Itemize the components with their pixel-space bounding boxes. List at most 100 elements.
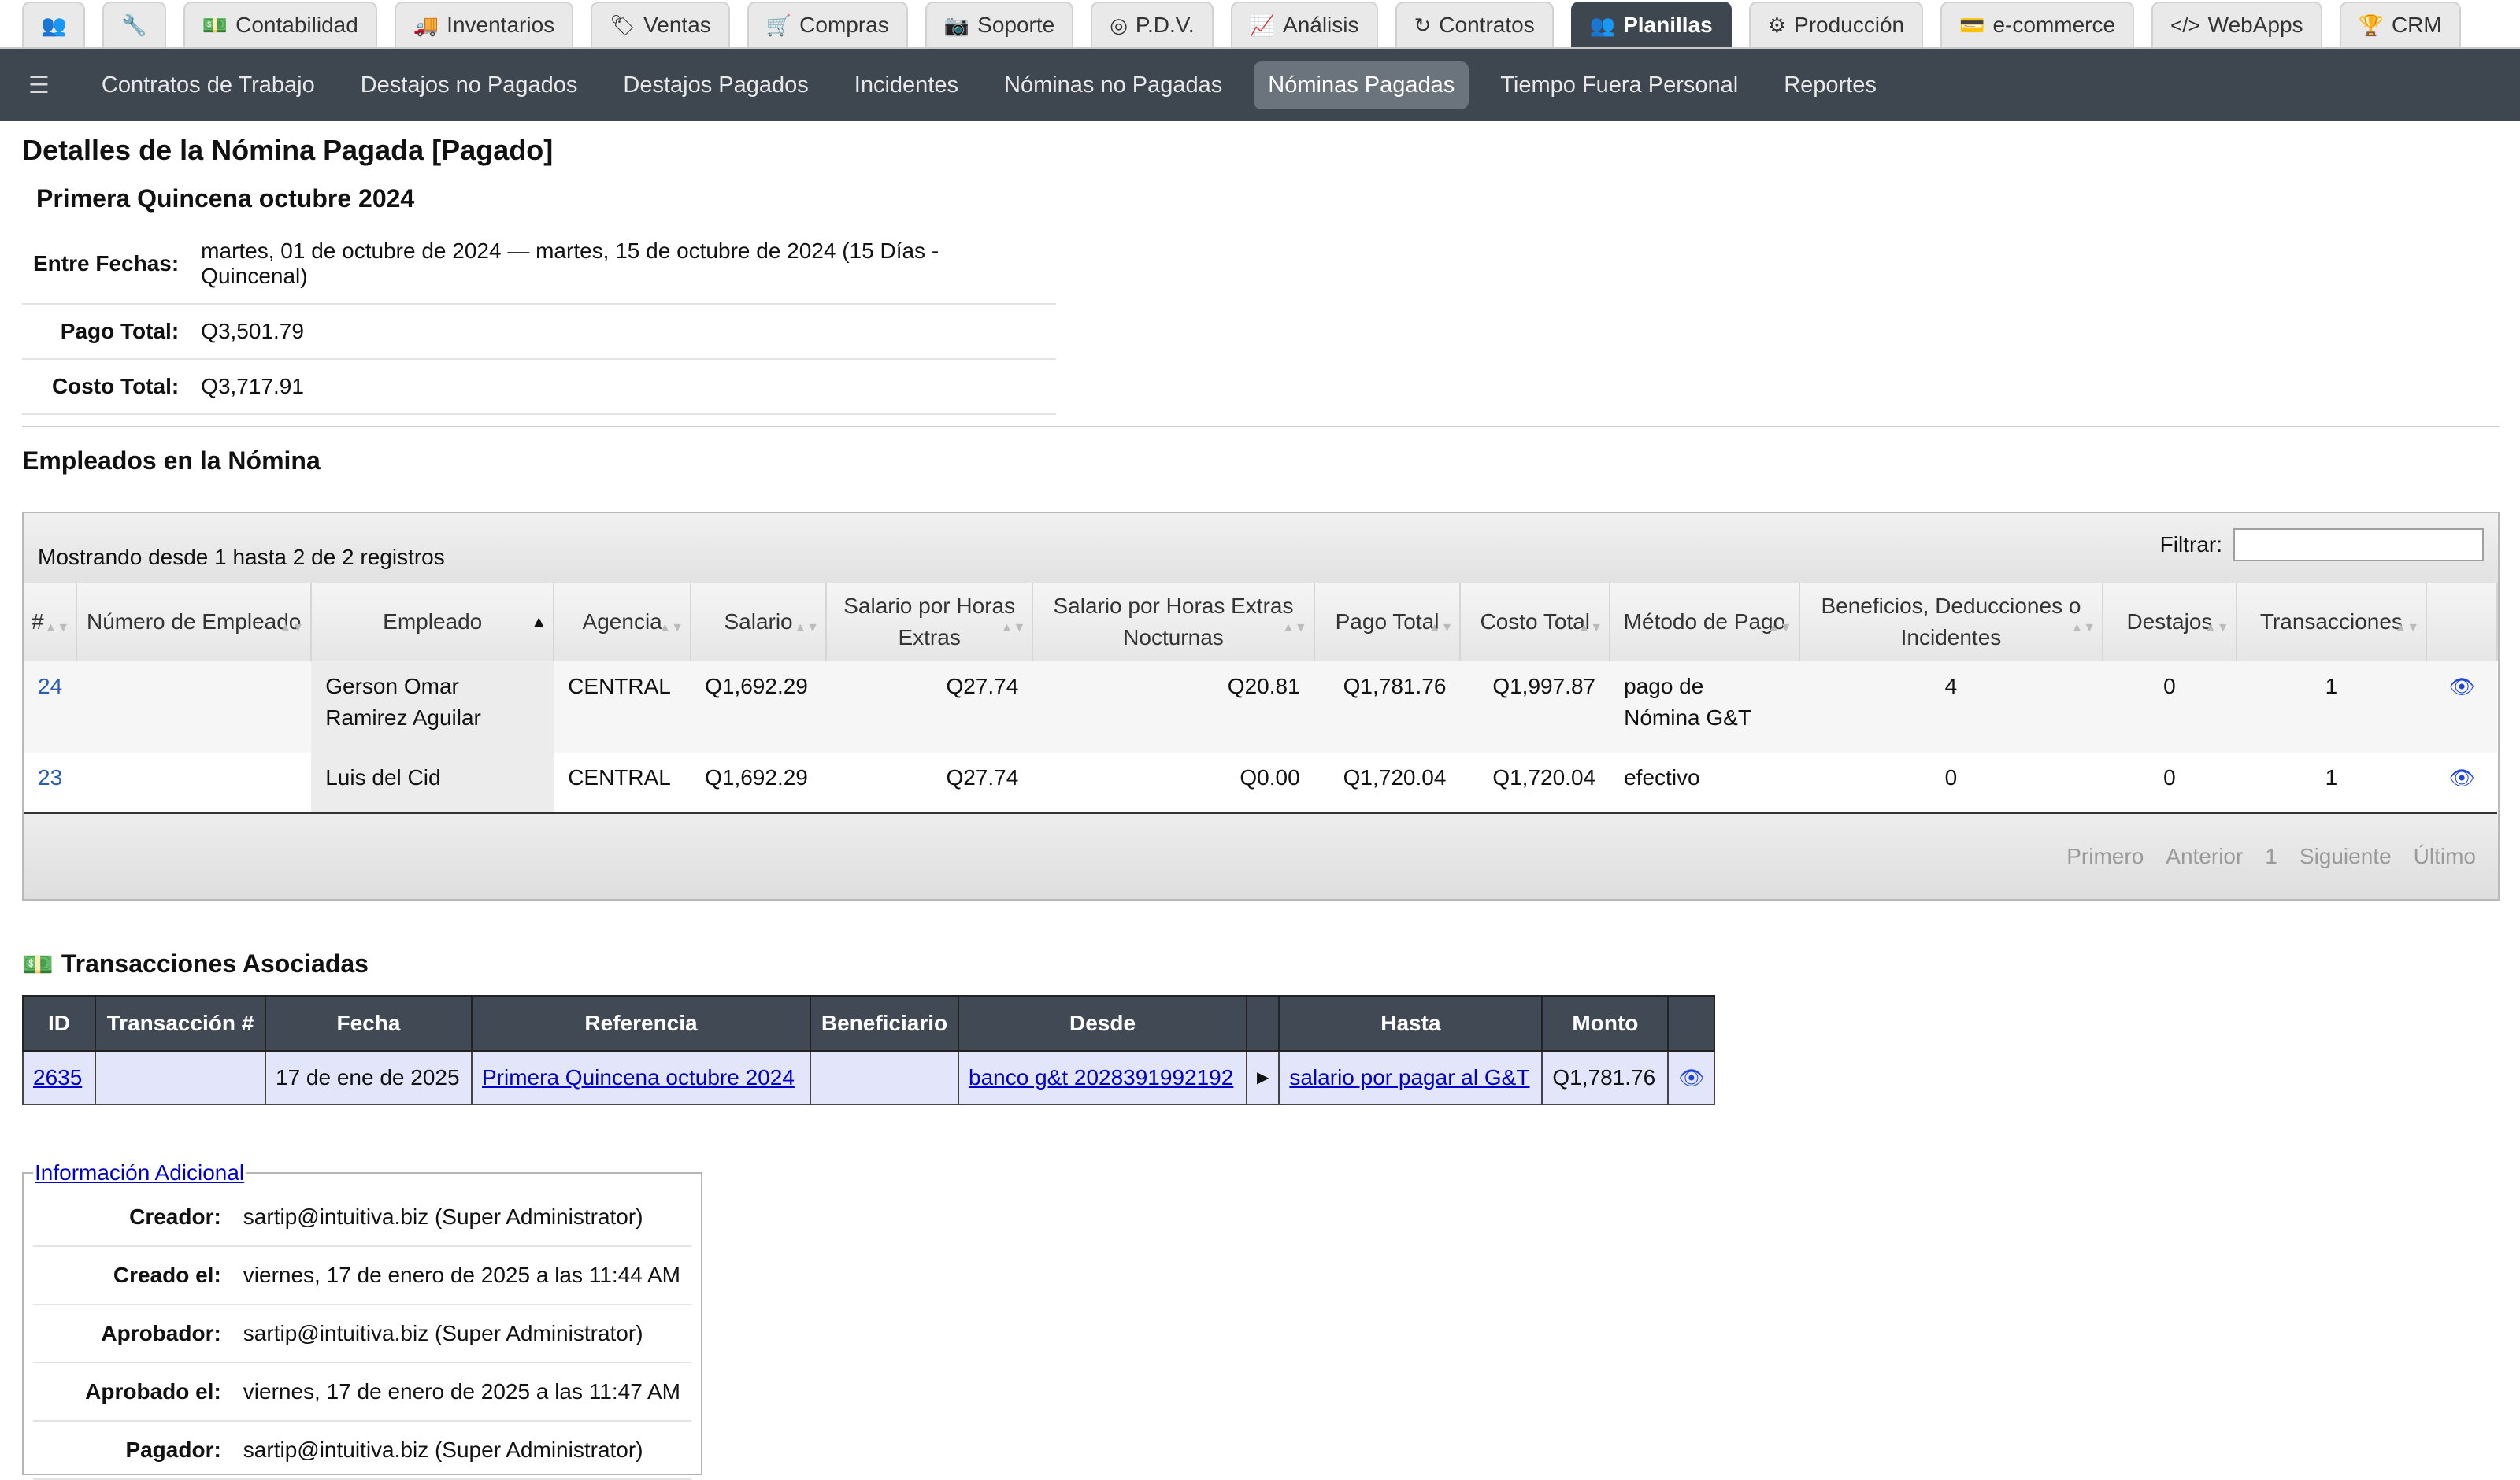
info-value: sartip@intuitiva.biz (Super Administrato… <box>232 1188 691 1247</box>
reference-link[interactable]: Primera Quincena octubre 2024 <box>482 1065 795 1090</box>
cell-overtime: Q27.74 <box>826 661 1033 753</box>
tx-col-from: Desde <box>958 994 1247 1052</box>
subnav-destajos-no-pagados[interactable]: Destajos no Pagados <box>346 61 592 109</box>
sort-icon: ▲▼ <box>2204 621 2229 635</box>
pagination-last[interactable]: Último <box>2403 836 2487 877</box>
cell-actions: 👁 <box>2426 753 2497 814</box>
camera-icon: 📷 <box>943 13 970 37</box>
sliders-icon[interactable]: ☰ <box>28 72 50 99</box>
cell-benefits: 0 <box>1799 753 2103 814</box>
sort-icon: ▲▼ <box>1577 621 1603 635</box>
detail-value: Q3,717.91 <box>190 359 1057 415</box>
tab-compras[interactable]: 🛒 Compras <box>747 2 908 47</box>
to-account-link[interactable]: salario por pagar al G&T <box>1289 1065 1529 1090</box>
tx-col-beneficiary: Beneficiario <box>810 994 959 1052</box>
additional-info-toggle[interactable]: Información Adicional <box>35 1160 244 1185</box>
col-overtime[interactable]: Salario por Horas Extras ▲▼ <box>826 583 1034 661</box>
additional-info: Información Adicional Creador: sartip@int… <box>22 1160 702 1480</box>
subnav-incidentes[interactable]: Incidentes <box>840 61 973 109</box>
users-icon: 👥 <box>1589 13 1616 37</box>
info-label: Creado el: <box>33 1245 232 1305</box>
col-id[interactable]: # ▲▼ <box>24 583 78 661</box>
detail-label: Pago Total: <box>22 304 191 360</box>
col-salary[interactable]: Salario ▲▼ <box>691 583 828 661</box>
pagination-previous[interactable]: Anterior <box>2155 836 2254 877</box>
tab-ecommerce[interactable]: 💳 e-commerce <box>1940 2 2135 47</box>
col-piecework[interactable]: Destajos ▲▼ <box>2103 583 2237 661</box>
tx-col-actions <box>1667 994 1716 1052</box>
tab-produccion[interactable]: ⚙ Producción <box>1748 2 1924 47</box>
info-row: Creador: sartip@intuitiva.biz (Super Admi… <box>33 1188 691 1247</box>
eye-icon[interactable]: 👁 <box>2449 675 2475 698</box>
cell-piecework: 0 <box>2103 753 2236 814</box>
pagination: Primero Anterior 1 Siguiente Último <box>24 813 2498 899</box>
subnav-contratos-trabajo[interactable]: Contratos de Trabajo <box>87 61 329 109</box>
cell-employee-number <box>76 753 312 814</box>
table-toolbar: Mostrando desde 1 hasta 2 de 2 registros… <box>24 513 2498 583</box>
sort-icon: ▲▼ <box>1281 621 1307 635</box>
tab-label: WebApps <box>2207 13 2303 37</box>
col-night-overtime[interactable]: Salario por Horas Extras Nocturnas ▲▼ <box>1032 583 1315 661</box>
employees-title: Empleados en la Nómina <box>22 446 321 475</box>
col-agency[interactable]: Agencia ▲▼ <box>554 583 692 661</box>
main-content: Detalles de la Nómina Pagada [Pagado] Pr… <box>0 134 2520 1480</box>
sub-nav: ☰ Contratos de Trabajo Destajos no Pagad… <box>0 49 2520 121</box>
tab-label: Contabilidad <box>235 13 358 37</box>
col-payment-method[interactable]: Método de Pago ▲▼ <box>1610 583 1800 661</box>
eye-icon[interactable]: 👁 <box>1678 1066 1704 1090</box>
tab-label: e-commerce <box>1992 13 2116 37</box>
tab-tools[interactable]: 🔧 <box>102 2 166 47</box>
tx-cell-id: 2635 <box>22 1049 96 1105</box>
tab-crm[interactable]: 🏆 CRM <box>2339 2 2461 47</box>
tab-analisis[interactable]: 📈 Análisis <box>1230 2 1378 47</box>
pagination-first[interactable]: Primero <box>2055 836 2155 877</box>
col-employee[interactable]: Empleado ▲ <box>311 583 555 661</box>
cell-actions: 👁 <box>2426 661 2497 753</box>
wrench-icon: 🔧 <box>121 13 147 37</box>
tags-icon: 🏷 <box>610 13 636 37</box>
tab-inventarios[interactable]: 🚚 Inventarios <box>394 2 574 47</box>
info-label: Pagador: <box>33 1420 232 1480</box>
tx-cell-number <box>94 1049 266 1105</box>
from-account-link[interactable]: banco g&t 2028391992192 <box>969 1065 1233 1090</box>
filter-label: Filtrar: <box>2159 532 2222 557</box>
col-total-pay[interactable]: Pago Total ▲▼ <box>1314 583 1462 661</box>
pagination-next[interactable]: Siguiente <box>2288 836 2403 877</box>
col-employee-number[interactable]: Número de Empleado ▲▼ <box>76 583 313 661</box>
tab-pdv[interactable]: ◎ P.D.V. <box>1091 2 1214 47</box>
employee-id-link[interactable]: 24 <box>38 674 62 698</box>
tab-contratos[interactable]: ↻ Contratos <box>1395 2 1554 47</box>
tab-contabilidad[interactable]: 💵 Contabilidad <box>183 2 377 47</box>
money-icon: 💵 <box>22 949 54 979</box>
table-row: 23 Luis del Cid CENTRAL Q1,692.29 Q27.74… <box>24 753 2497 814</box>
page-title: Detalles de la Nómina Pagada [Pagado] <box>22 134 554 166</box>
col-benefits[interactable]: Beneficios, Deducciones o Incidentes ▲▼ <box>1799 583 2104 661</box>
tab-users[interactable]: 👥 <box>22 2 86 47</box>
tab-ventas[interactable]: 🏷 Ventas <box>591 2 730 47</box>
tab-planillas[interactable]: 👥 Planillas <box>1570 2 1732 47</box>
employee-id-link[interactable]: 23 <box>38 765 62 790</box>
subnav-nominas-no-pagadas[interactable]: Nóminas no Pagadas <box>990 61 1236 109</box>
tx-cell-from: banco g&t 2028391992192 <box>958 1049 1247 1105</box>
subnav-destajos-pagados[interactable]: Destajos Pagados <box>609 61 822 109</box>
employees-table: # ▲▼ Número de Empleado ▲▼ Empleado ▲ Agenc… <box>24 583 2498 814</box>
tab-soporte[interactable]: 📷 Soporte <box>925 2 1074 47</box>
subnav-nominas-pagadas[interactable]: Nóminas Pagadas <box>1254 61 1469 109</box>
tab-label: Soporte <box>977 13 1055 37</box>
tx-cell-arrow: ▶ <box>1245 1049 1280 1105</box>
pagination-page[interactable]: 1 <box>2254 836 2288 877</box>
transaction-id-link[interactable]: 2635 <box>33 1065 82 1090</box>
tab-webapps[interactable]: </> WebApps <box>2151 2 2322 47</box>
sort-icon: ▲▼ <box>279 621 305 635</box>
sort-icon: ▲▼ <box>1000 621 1026 635</box>
subnav-reportes[interactable]: Reportes <box>1770 61 1891 109</box>
truck-icon: 🚚 <box>413 13 439 37</box>
cell-payment-method: pago de Nómina G&T <box>1610 661 1799 753</box>
eye-icon[interactable]: 👁 <box>2449 766 2475 790</box>
filter-input[interactable] <box>2233 528 2484 561</box>
subnav-tiempo-fuera[interactable]: Tiempo Fuera Personal <box>1486 61 1752 109</box>
sort-icon: ▲▼ <box>2394 621 2420 635</box>
col-transactions[interactable]: Transacciones ▲▼ <box>2236 583 2428 661</box>
col-total-cost[interactable]: Costo Total ▲▼ <box>1460 583 1611 661</box>
cell-salary: Q1,692.29 <box>691 753 827 814</box>
